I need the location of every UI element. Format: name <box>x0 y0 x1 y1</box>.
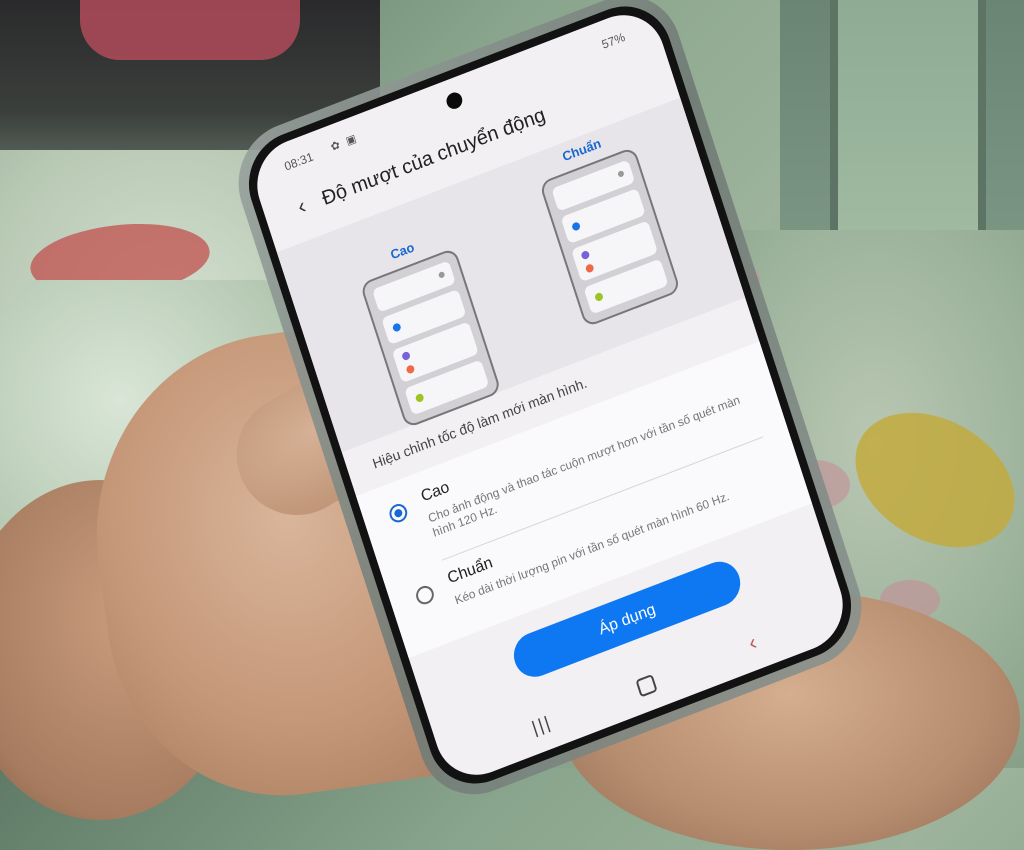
battery-percentage: 57% <box>600 29 627 52</box>
search-icon <box>437 270 446 279</box>
radio-high[interactable] <box>387 501 410 525</box>
blue-dot-icon <box>571 221 582 232</box>
option-high-title: Cao <box>418 478 452 506</box>
purple-dot-icon <box>401 350 412 362</box>
preview-standard-phone <box>538 146 682 328</box>
green-dot-icon <box>414 392 425 404</box>
status-time: 08:31 <box>282 149 315 174</box>
blue-dot-icon <box>391 322 402 333</box>
preview-high: Cao <box>344 222 510 432</box>
recent-apps-icon[interactable]: ||| <box>529 712 554 739</box>
orange-dot-icon <box>584 263 595 274</box>
home-icon[interactable] <box>635 673 658 698</box>
orange-dot-icon <box>405 364 416 375</box>
preview-high-phone <box>359 247 502 429</box>
green-dot-icon <box>594 291 604 303</box>
search-icon <box>617 169 625 178</box>
background-red-cloth <box>80 0 300 60</box>
nav-back-icon[interactable]: ‹ <box>745 629 760 656</box>
back-button[interactable]: ‹ <box>287 191 317 222</box>
status-notification-icons: ✿ ▣ <box>329 132 360 154</box>
purple-dot-icon <box>580 249 591 261</box>
preview-standard: Chuẩn <box>523 121 689 331</box>
radio-standard[interactable] <box>413 583 437 607</box>
